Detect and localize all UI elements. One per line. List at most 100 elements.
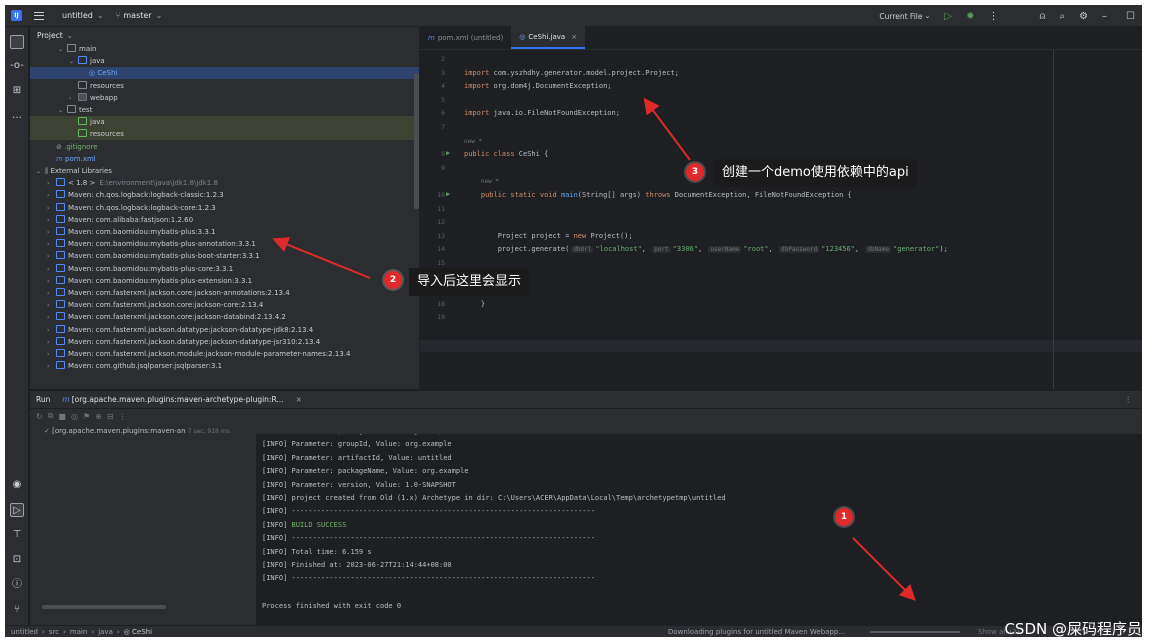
tree-item[interactable]: › Maven: com.baomidou:mybatis-plus-annota…: [30, 238, 419, 250]
project-selector[interactable]: untitled ⌄: [56, 5, 110, 27]
tree-item[interactable]: › Maven: com.fasterxml.jackson.core:jacks…: [30, 311, 419, 323]
tree-item[interactable]: ⌄ ⫼ External Libraries: [30, 165, 419, 177]
chevron-right-icon[interactable]: ›: [69, 93, 78, 105]
tree-item[interactable]: › Maven: com.baomidou:mybatis-plus-core:3…: [30, 263, 419, 275]
code-view[interactable]: 2 3 import com.yszhdhy.generator.model.pro…: [420, 50, 1142, 389]
chevron-right-icon[interactable]: ›: [47, 312, 56, 324]
run-config-tab[interactable]: [org.apache.maven.plugins:maven-archetyp…: [72, 395, 290, 404]
tree-item[interactable]: › Maven: com.fasterxml.jackson.module:jac…: [30, 348, 419, 360]
tree-item[interactable]: › < 1.8 > E:\environment\java\jdk1.8\jdk1.…: [30, 177, 419, 189]
tree-item[interactable]: › Maven: com.fasterxml.jackson.core:jacks…: [30, 299, 419, 311]
tree-item[interactable]: ⌄ test: [30, 104, 419, 116]
chevron-right-icon[interactable]: ›: [47, 215, 56, 227]
expand-icon[interactable]: ⊕: [95, 412, 102, 421]
run-gutter-icon[interactable]: ▶: [446, 190, 450, 198]
commit-tool-icon[interactable]: -o-: [10, 59, 24, 73]
run-config-selector[interactable]: Current File: [879, 12, 922, 21]
branch-selector[interactable]: ⑂ master ⌄: [110, 5, 169, 27]
tree-item[interactable]: › Maven: ch.qos.logback:logback-classic:1…: [30, 189, 419, 201]
editor-tab[interactable]: m pom.xml (untitled): [420, 26, 511, 49]
chevron-right-icon[interactable]: ›: [47, 337, 56, 349]
tree-item[interactable]: › Maven: com.baomidou:mybatis-plus:3.3.1: [30, 226, 419, 238]
tree-item[interactable]: ◎ CeShi: [30, 67, 419, 80]
console-output[interactable]: [INFO] Parameter: package, Value: org.ex…: [256, 434, 1142, 625]
tree-item[interactable]: › Maven: com.github.jsqlparser:jsqlparser…: [30, 360, 419, 372]
tree-item[interactable]: ⌄ main: [30, 43, 419, 55]
tree-item[interactable]: ⌄ java: [30, 55, 419, 67]
breadcrumb-item[interactable]: main: [70, 628, 88, 636]
tree-item[interactable]: › Maven: com.fasterxml.jackson.datatype:j…: [30, 336, 419, 348]
chevron-right-icon[interactable]: ›: [47, 251, 56, 263]
close-icon[interactable]: ×: [571, 33, 577, 41]
more-icon[interactable]: ⋮: [119, 412, 127, 421]
run-tab[interactable]: Run: [30, 395, 56, 404]
settings-icon[interactable]: ⚙: [1079, 11, 1088, 22]
terminal-tool-icon[interactable]: ⊡: [10, 553, 24, 567]
tree-item[interactable]: › Maven: ch.qos.logback:logback-core:1.2.…: [30, 202, 419, 214]
more-tools-icon[interactable]: …: [10, 109, 24, 123]
tree-item[interactable]: › webapp: [30, 92, 419, 104]
view-icon[interactable]: ◎: [71, 412, 78, 421]
chevron-right-icon[interactable]: ›: [47, 264, 56, 276]
more-icon[interactable]: ⋮: [1119, 395, 1139, 404]
close-icon[interactable]: ×: [290, 395, 308, 404]
app-logo-icon[interactable]: IJ: [11, 10, 22, 21]
build-tool-icon[interactable]: ⊤: [10, 528, 24, 542]
chevron-down-icon[interactable]: ⌄: [36, 166, 45, 178]
rerun-failed-icon[interactable]: ⧉: [48, 411, 54, 421]
breadcrumb-item[interactable]: ◎ CeShi: [124, 628, 152, 636]
services-tool-icon[interactable]: ◉: [10, 478, 24, 492]
run-tool-icon[interactable]: ▷: [10, 503, 24, 517]
background-task-text[interactable]: Downloading plugins for untitled Maven W…: [668, 628, 845, 636]
chevron-down-icon[interactable]: ⌄: [69, 56, 78, 68]
git-tool-icon[interactable]: ⑂: [10, 603, 24, 617]
chevron-right-icon[interactable]: ›: [47, 349, 56, 361]
chevron-right-icon[interactable]: ›: [47, 325, 56, 337]
chevron-right-icon[interactable]: ›: [47, 190, 56, 202]
run-tree-item[interactable]: ✓ [org.apache.maven.plugins:maven-an 7 s…: [44, 427, 230, 435]
chevron-right-icon[interactable]: ›: [47, 239, 56, 251]
rerun-icon[interactable]: ↻: [36, 412, 43, 421]
tree-item[interactable]: › Maven: com.baomidou:mybatis-plus-boot-s…: [30, 250, 419, 262]
problems-tool-icon[interactable]: ⓘ: [10, 578, 24, 592]
collapse-icon[interactable]: ⊟: [107, 412, 114, 421]
run-gutter-icon[interactable]: ▶: [446, 149, 450, 157]
tree-item[interactable]: java: [30, 116, 419, 129]
chevron-right-icon[interactable]: ›: [47, 361, 56, 373]
breadcrumb-item[interactable]: src: [49, 628, 59, 636]
chevron-right-icon[interactable]: ›: [47, 276, 56, 288]
tree-item[interactable]: resources: [30, 80, 419, 92]
tree-item[interactable]: › Maven: com.fasterxml.jackson.datatype:j…: [30, 324, 419, 336]
add-user-icon[interactable]: ⍝: [1039, 11, 1045, 22]
tree-item[interactable]: › Maven: com.fasterxml.jackson.core:jacks…: [30, 287, 419, 299]
project-tool-icon[interactable]: [10, 35, 24, 49]
tree-item[interactable]: m pom.xml: [30, 153, 419, 165]
breadcrumb-item[interactable]: untitled: [11, 628, 38, 636]
run-tree-scrollbar[interactable]: [42, 605, 166, 609]
chevron-right-icon[interactable]: ›: [47, 288, 56, 300]
chevron-right-icon[interactable]: ›: [47, 300, 56, 312]
run-icon[interactable]: ▷: [944, 11, 952, 22]
stop-icon[interactable]: ■: [58, 412, 66, 421]
main-menu-icon[interactable]: [34, 11, 44, 20]
chevron-right-icon[interactable]: ›: [47, 227, 56, 239]
structure-tool-icon[interactable]: ⊞: [10, 84, 24, 98]
filter-icon[interactable]: ⚑: [83, 412, 90, 421]
debug-icon[interactable]: ✹: [966, 11, 974, 22]
chevron-down-icon[interactable]: ⌄: [58, 44, 67, 56]
minimize-icon[interactable]: –: [1102, 11, 1107, 22]
maximize-icon[interactable]: ☐: [1126, 11, 1135, 22]
tree-item[interactable]: › Maven: com.baomidou:mybatis-plus-extens…: [30, 275, 419, 287]
tree-item[interactable]: resources: [30, 128, 419, 141]
tree-item[interactable]: ⊘ .gitignore: [30, 141, 419, 153]
chevron-down-icon[interactable]: ⌄: [58, 105, 67, 117]
tree-item[interactable]: › Maven: com.alibaba:fastjson:1.2.60: [30, 214, 419, 226]
breadcrumb-item[interactable]: java: [98, 628, 113, 636]
project-panel-header[interactable]: Project ⌄: [30, 27, 419, 43]
chevron-right-icon[interactable]: ›: [47, 203, 56, 215]
more-icon[interactable]: ⋮: [988, 11, 998, 22]
project-panel-scrollbar[interactable]: [414, 73, 419, 209]
chevron-right-icon[interactable]: ›: [47, 178, 56, 190]
editor-tab[interactable]: ◎ CeShi.java ×: [511, 26, 586, 49]
search-icon[interactable]: ⌕: [1059, 11, 1065, 22]
